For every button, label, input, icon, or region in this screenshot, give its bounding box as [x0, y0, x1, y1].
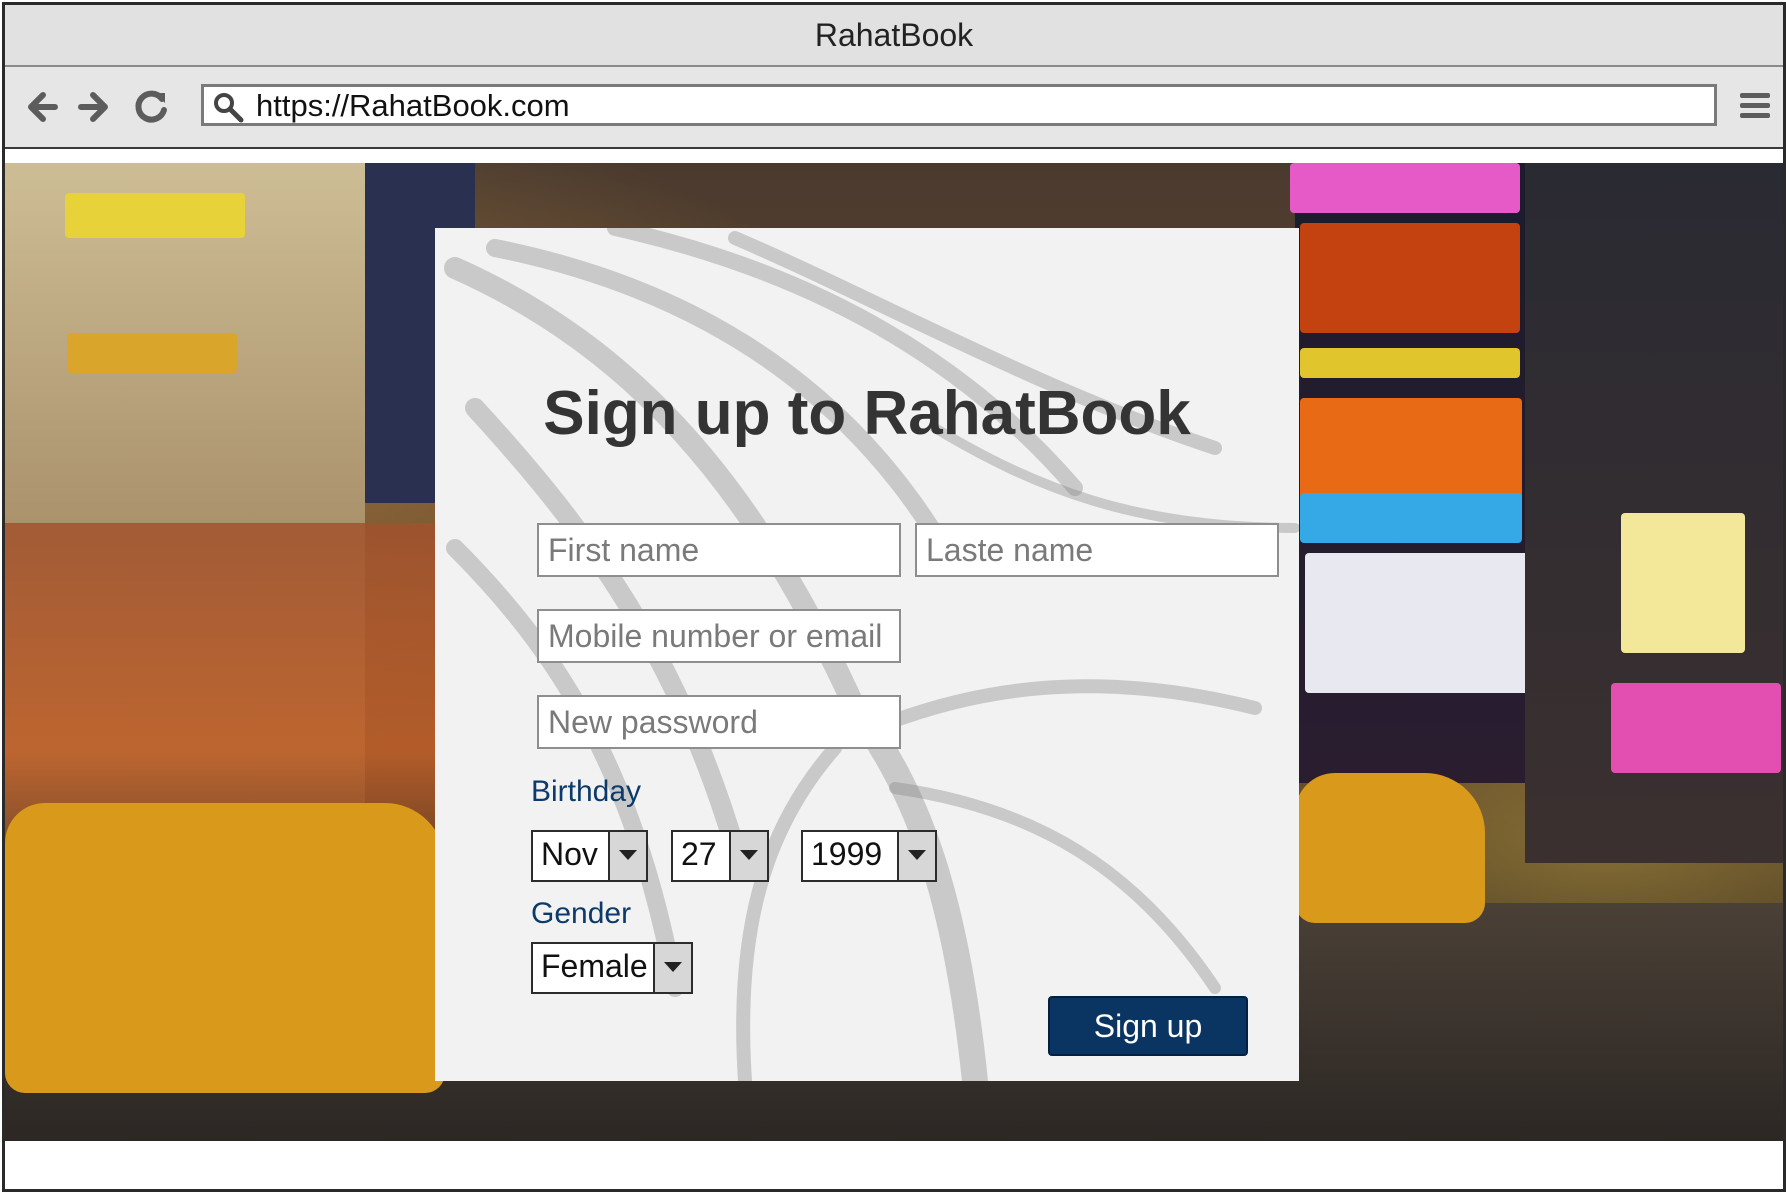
first-name-input[interactable]	[537, 523, 901, 577]
birth-month-select[interactable]: Nov	[531, 830, 648, 882]
address-bar[interactable]	[201, 84, 1717, 126]
signup-button[interactable]: Sign up	[1048, 996, 1248, 1056]
chevron-down-icon[interactable]	[729, 832, 767, 880]
page-title: Sign up to RahatBook	[543, 379, 1191, 448]
password-input[interactable]	[537, 695, 901, 749]
chevron-down-icon[interactable]	[897, 832, 935, 880]
birth-day-select[interactable]: 27	[671, 830, 769, 882]
gender-value: Female	[541, 948, 648, 984]
birthday-label: Birthday	[531, 775, 642, 808]
gender-select[interactable]: Female	[531, 942, 693, 994]
last-name-input[interactable]	[915, 523, 1279, 577]
browser-window: RahatBook https://RahatBook.com Sign up …	[2, 2, 1786, 1192]
gender-label: Gender	[531, 897, 632, 930]
window-title: RahatBook	[814, 16, 974, 53]
search-icon	[214, 93, 244, 123]
title-bar: RahatBook	[5, 5, 1783, 67]
contact-input[interactable]	[537, 609, 901, 663]
birth-year-value: 1999	[811, 836, 883, 872]
birth-year-select[interactable]: 1999	[801, 830, 937, 882]
forward-arrow-icon[interactable]	[71, 85, 115, 129]
chevron-down-icon[interactable]	[608, 832, 646, 880]
reload-icon[interactable]	[129, 85, 173, 129]
url-input[interactable]	[254, 87, 1698, 125]
back-arrow-icon[interactable]	[21, 85, 65, 129]
birth-day-value: 27	[681, 836, 717, 872]
signup-card: Sign up to RahatBook Birthday Nov 27 199…	[435, 228, 1299, 1081]
menu-icon[interactable]	[1738, 89, 1772, 123]
browser-toolbar	[5, 67, 1783, 149]
chevron-down-icon[interactable]	[653, 944, 691, 992]
birth-month-value: Nov	[541, 836, 598, 872]
